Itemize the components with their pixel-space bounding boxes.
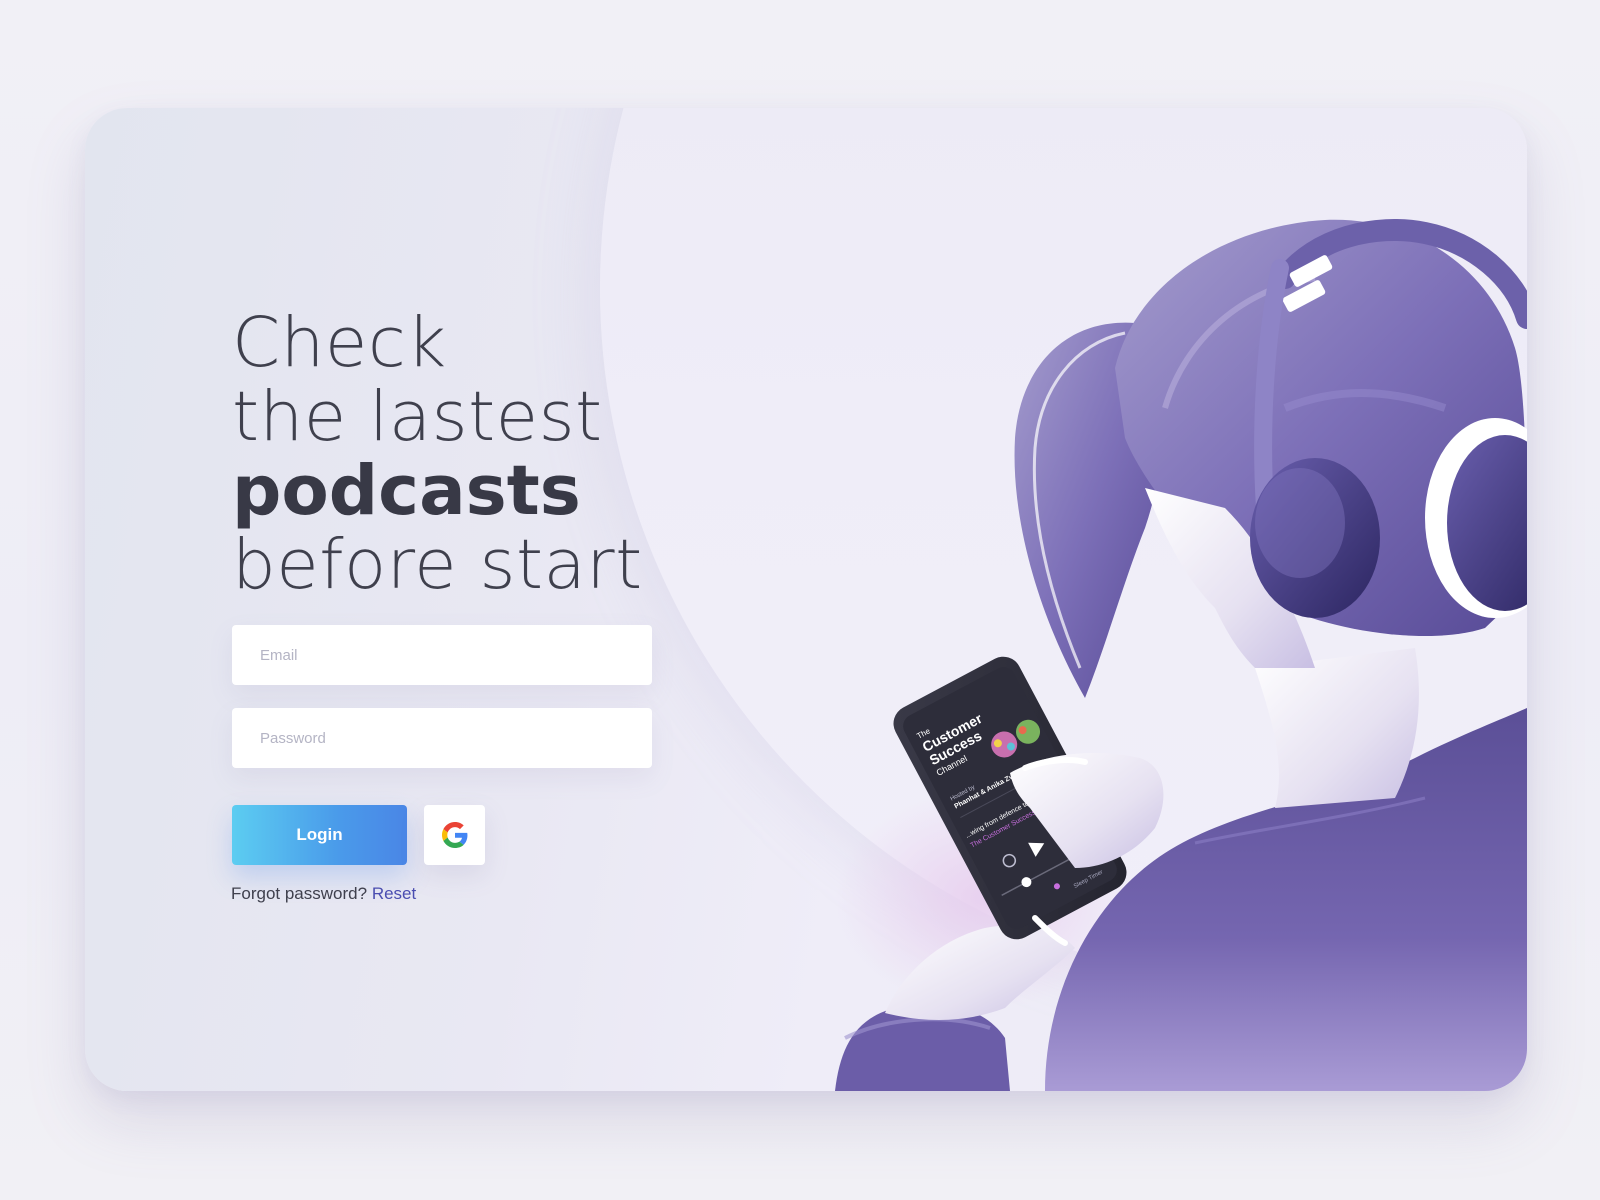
headline-line-1: Check <box>232 303 447 383</box>
password-field-container <box>232 707 652 769</box>
login-card: The Customer Success Channel Hosted by P… <box>85 108 1527 1091</box>
headline-line-4: before start <box>232 525 643 605</box>
forgot-password-row: Forgot password? Reset <box>231 884 416 904</box>
reset-password-link[interactable]: Reset <box>372 884 416 903</box>
headline-line-2: the lastest <box>232 377 603 457</box>
email-field[interactable] <box>258 624 652 686</box>
headline-line-3: podcasts <box>232 451 581 531</box>
email-field-container <box>232 624 652 686</box>
google-login-button[interactable] <box>424 805 485 865</box>
password-field[interactable] <box>258 707 652 769</box>
forgot-password-text: Forgot password? <box>231 884 368 903</box>
google-logo-icon <box>441 822 467 848</box>
headline: Check the lastest podcasts before start <box>232 306 643 602</box>
login-button[interactable]: Login <box>232 805 407 865</box>
